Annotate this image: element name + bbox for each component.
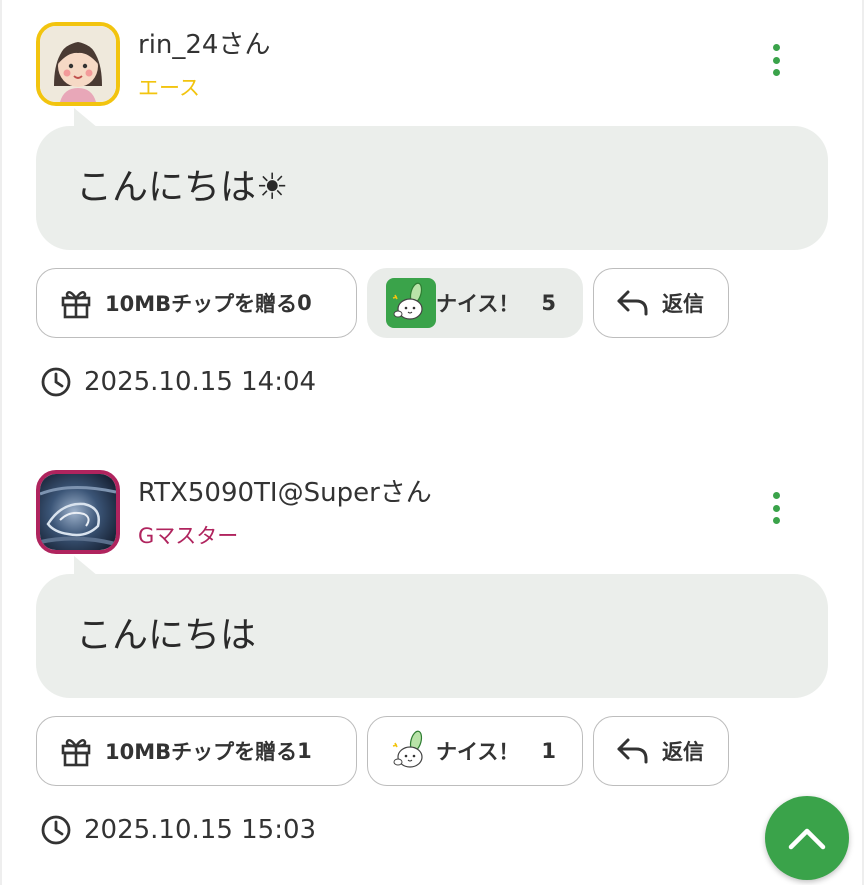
reply-arrow-icon: [617, 290, 648, 316]
gift-button[interactable]: 10MBチップを贈る 1: [36, 716, 357, 786]
comment-item: rin_24さん エース こんにちは☀ 10MBチップを贈る 0 ナイス！ 5 …: [0, 0, 864, 440]
reply-button-label: 返信: [662, 740, 704, 764]
reply-button-label: 返信: [662, 292, 704, 316]
gift-button[interactable]: 10MBチップを贈る 0: [36, 268, 357, 338]
username[interactable]: rin_24さん: [138, 24, 270, 61]
nice-button-label: ナイス！: [436, 740, 520, 764]
avatar[interactable]: [36, 22, 120, 106]
girl-avatar-icon: [40, 26, 116, 102]
nice-count: 5: [541, 291, 556, 315]
scroll-to-top-button[interactable]: [765, 796, 849, 880]
gift-button-label: 10MBチップを贈る: [105, 740, 298, 764]
message-text: こんにちは☀: [76, 167, 289, 208]
message-text: こんにちは: [76, 615, 257, 656]
nice-button[interactable]: ナイス！ 5: [367, 268, 583, 338]
photo-avatar-icon: [40, 474, 116, 550]
bubble-tail: [74, 108, 98, 128]
nice-count: 1: [541, 739, 556, 763]
chevron-up-icon: [788, 828, 826, 850]
gift-icon: [61, 291, 91, 319]
timestamp-row: 2025.10.15 15:03: [40, 814, 316, 846]
kebab-menu-icon[interactable]: [758, 40, 794, 80]
reply-button[interactable]: 返信: [593, 716, 729, 786]
username[interactable]: RTX5090TI@Superさん: [138, 472, 432, 509]
message-bubble: こんにちは: [36, 574, 828, 698]
gift-count: 0: [297, 291, 312, 315]
avatar[interactable]: [36, 470, 120, 554]
nice-button-label: ナイス！: [436, 292, 520, 316]
rank-label: Gマスター: [138, 524, 239, 548]
message-bubble: こんにちは☀: [36, 126, 828, 250]
rank-label: エース: [138, 76, 200, 100]
comment-item: RTX5090TI@Superさん Gマスター こんにちは 10MBチップを贈る…: [0, 448, 864, 885]
timestamp: 2025.10.15 15:03: [84, 815, 317, 845]
gift-button-label: 10MBチップを贈る: [105, 292, 298, 316]
clock-icon: [41, 367, 71, 397]
timestamp-row: 2025.10.15 14:04: [40, 366, 316, 398]
gift-count: 1: [297, 739, 312, 763]
kebab-menu-icon[interactable]: [758, 488, 794, 528]
reply-arrow-icon: [617, 738, 648, 764]
reply-button[interactable]: 返信: [593, 268, 729, 338]
bubble-tail: [74, 556, 98, 576]
clock-icon: [41, 815, 71, 845]
timestamp: 2025.10.15 14:04: [84, 367, 317, 397]
gift-icon: [61, 739, 91, 767]
nice-button[interactable]: ナイス！ 1: [367, 716, 583, 786]
nice-rabbit-icon: [386, 278, 436, 328]
nice-rabbit-icon: [386, 726, 436, 776]
